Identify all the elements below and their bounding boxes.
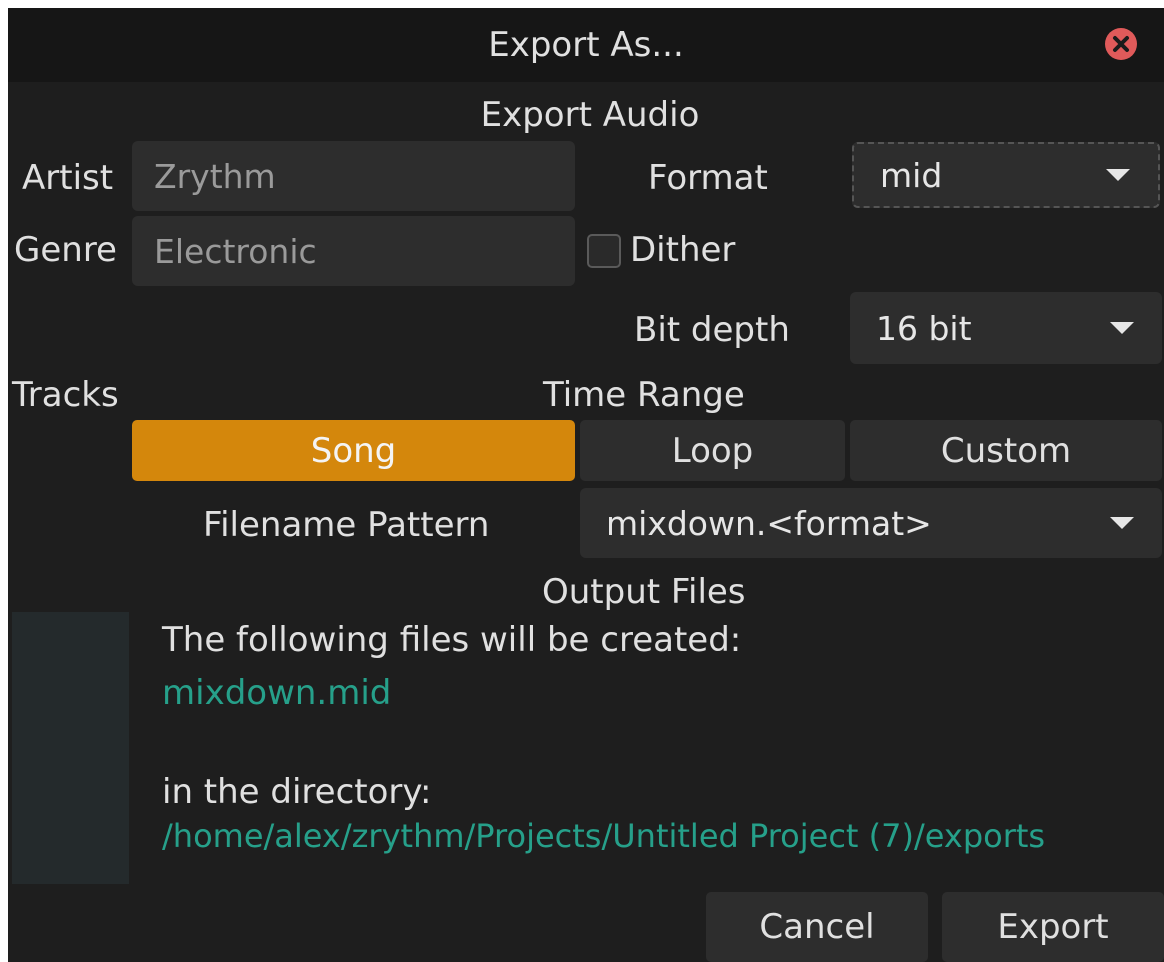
artist-value: Zrythm <box>154 156 276 196</box>
output-files-heading: Output Files <box>542 572 746 612</box>
export-button[interactable]: Export <box>942 892 1164 962</box>
bit-depth-value: 16 bit <box>876 308 972 348</box>
artist-input[interactable]: Zrythm <box>132 141 575 211</box>
export-audio-heading: Export Audio <box>480 95 700 135</box>
format-dropdown[interactable]: mid <box>852 142 1160 208</box>
bit-depth-dropdown[interactable]: 16 bit <box>850 292 1162 364</box>
output-directory-link[interactable]: /home/alex/zrythm/Projects/Untitled Proj… <box>162 820 1045 852</box>
dither-checkbox[interactable] <box>587 234 621 268</box>
artist-label: Artist <box>22 158 114 198</box>
export-label: Export <box>997 907 1109 947</box>
output-intro-text: The following files will be created: <box>162 620 742 660</box>
bit-depth-label: Bit depth <box>634 310 790 350</box>
filename-pattern-label: Filename Pattern <box>203 505 490 545</box>
genre-value: Electronic <box>154 231 317 271</box>
chevron-down-icon <box>1110 322 1134 334</box>
tracks-list[interactable] <box>12 612 129 884</box>
time-range-custom-button[interactable]: Custom <box>850 420 1162 481</box>
output-dir-intro-text: in the directory: <box>162 772 432 812</box>
genre-input[interactable]: Electronic <box>132 216 575 286</box>
time-range-song-button[interactable]: Song <box>132 420 575 481</box>
format-value: mid <box>880 155 943 195</box>
time-range-loop-button[interactable]: Loop <box>580 420 845 481</box>
dither-label[interactable]: Dither <box>630 233 735 267</box>
genre-label: Genre <box>14 230 117 270</box>
window-title: Export As... <box>488 25 684 65</box>
tracks-label: Tracks <box>12 375 119 415</box>
chevron-down-icon <box>1110 517 1134 529</box>
loop-label: Loop <box>671 430 754 471</box>
title-bar[interactable]: Export As... <box>8 8 1164 82</box>
song-label: Song <box>310 430 397 471</box>
chevron-down-icon <box>1106 169 1130 181</box>
cancel-button[interactable]: Cancel <box>706 892 928 962</box>
filename-pattern-dropdown[interactable]: mixdown.<format> <box>580 488 1162 558</box>
cancel-label: Cancel <box>759 907 875 947</box>
output-file-link[interactable]: mixdown.mid <box>162 676 391 710</box>
close-icon[interactable] <box>1105 28 1137 60</box>
time-range-label: Time Range <box>543 375 745 415</box>
format-label: Format <box>648 158 768 198</box>
filename-pattern-value: mixdown.<format> <box>606 503 932 543</box>
custom-label: Custom <box>940 430 1072 471</box>
